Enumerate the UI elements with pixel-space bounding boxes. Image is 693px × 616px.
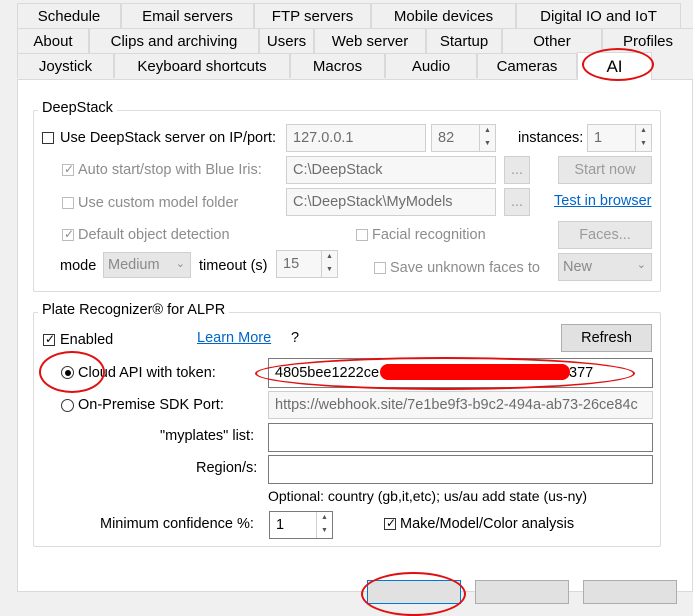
tab-mobile-devices[interactable]: Mobile devices xyxy=(371,3,516,28)
make-model-label: Make/Model/Color analysis xyxy=(400,516,575,532)
radio-dot xyxy=(64,369,71,376)
tab-clips-archiving[interactable]: Clips and archiving xyxy=(89,28,259,53)
custom-model-checkbox[interactable] xyxy=(62,197,74,209)
faces-button[interactable]: Faces... xyxy=(558,221,652,249)
default-detection-label: Default object detection xyxy=(78,227,230,243)
refresh-button[interactable]: Refresh xyxy=(561,324,652,352)
check-icon: ✓ xyxy=(64,162,75,176)
learn-more-link[interactable]: Learn More xyxy=(197,330,271,346)
spin-down-icon[interactable]: ▼ xyxy=(636,138,651,151)
custom-model-path-input[interactable]: C:\DeepStack\MyModels xyxy=(286,188,496,216)
tab-cameras[interactable]: Cameras xyxy=(477,53,577,78)
spin-down-icon[interactable]: ▼ xyxy=(480,138,495,151)
auto-start-checkbox[interactable]: ✓ xyxy=(62,162,75,176)
auto-start-label: Auto start/stop with Blue Iris: xyxy=(78,162,262,178)
tab-macros[interactable]: Macros xyxy=(290,53,385,78)
mode-label: mode xyxy=(60,258,97,274)
region-label: Region/s: xyxy=(196,460,258,476)
deepstack-ip-input[interactable]: 127.0.0.1 xyxy=(286,124,426,152)
spin-up-icon[interactable]: ▲ xyxy=(480,125,495,138)
port-spinner[interactable]: ▲ ▼ xyxy=(479,125,495,151)
optional-hint: Optional: country (gb,it,etc); us/au add… xyxy=(268,488,588,504)
help-question[interactable]: ? xyxy=(291,330,299,346)
test-in-browser-link[interactable]: Test in browser xyxy=(554,193,652,209)
save-unknown-label: Save unknown faces to xyxy=(390,260,540,276)
spin-up-icon[interactable]: ▲ xyxy=(322,251,337,264)
tab-web-server[interactable]: Web server xyxy=(314,28,426,53)
start-now-button[interactable]: Start now xyxy=(558,156,652,184)
token-start: 4805bee1222ce xyxy=(275,365,380,381)
on-premise-radio[interactable] xyxy=(61,399,74,412)
facial-recognition-checkbox[interactable] xyxy=(356,229,368,241)
tab-keyboard-shortcuts[interactable]: Keyboard shortcuts xyxy=(114,53,290,78)
cloud-api-radio[interactable] xyxy=(61,366,74,379)
chevron-down-icon: ⌄ xyxy=(636,259,646,271)
tab-profiles[interactable]: Profiles xyxy=(602,28,693,53)
spin-up-icon[interactable]: ▲ xyxy=(636,125,651,138)
token-end: 377 xyxy=(569,365,594,381)
on-premise-label: On-Premise SDK Port: xyxy=(78,397,224,413)
tab-ftp-servers[interactable]: FTP servers xyxy=(254,3,371,28)
mode-value: Medium xyxy=(108,257,160,273)
browse-deepstack-button[interactable]: ... xyxy=(504,156,530,184)
custom-model-label: Use custom model folder xyxy=(78,195,239,211)
spin-down-icon[interactable]: ▼ xyxy=(322,264,337,277)
tab-users[interactable]: Users xyxy=(259,28,314,53)
myplates-input[interactable] xyxy=(268,423,653,452)
mode-select[interactable]: Medium ⌄ xyxy=(103,252,191,278)
instances-label: instances: xyxy=(518,130,584,146)
tab-digital-io[interactable]: Digital IO and IoT xyxy=(516,3,681,28)
enabled-checkbox[interactable]: ✓ xyxy=(43,332,56,346)
spin-down-icon[interactable]: ▼ xyxy=(317,525,332,538)
ok-button[interactable] xyxy=(367,580,461,604)
check-icon: ✓ xyxy=(45,332,56,346)
on-premise-input[interactable]: https://webhook.site/7e1be9f3-b9c2-494a-… xyxy=(268,391,653,419)
plate-recognizer-legend: Plate Recognizer® for ALPR xyxy=(38,302,230,318)
cloud-api-label: Cloud API with token: xyxy=(78,365,216,381)
facial-recognition-label: Facial recognition xyxy=(372,227,486,243)
deepstack-legend: DeepStack xyxy=(38,100,117,116)
instances-spinner[interactable]: ▲ ▼ xyxy=(635,125,651,151)
tab-joystick[interactable]: Joystick xyxy=(17,53,114,78)
check-icon: ✓ xyxy=(386,516,397,530)
auto-start-path-input[interactable]: C:\DeepStack xyxy=(286,156,496,184)
tab-ai[interactable]: AI xyxy=(577,52,652,80)
spin-up-icon[interactable]: ▲ xyxy=(317,512,332,525)
check-icon: ✓ xyxy=(64,227,75,241)
browse-model-button[interactable]: ... xyxy=(504,188,530,216)
cancel-button[interactable] xyxy=(475,580,569,604)
use-deepstack-label: Use DeepStack server on IP/port: xyxy=(60,130,276,146)
myplates-label: "myplates" list: xyxy=(160,428,255,444)
region-input[interactable] xyxy=(268,455,653,484)
min-confidence-label: Minimum confidence %: xyxy=(100,516,254,532)
tab-schedule[interactable]: Schedule xyxy=(17,3,121,28)
timeout-spinner[interactable]: ▲ ▼ xyxy=(321,251,337,277)
tab-about[interactable]: About xyxy=(17,28,89,53)
use-deepstack-checkbox[interactable] xyxy=(42,132,54,144)
tab-other[interactable]: Other xyxy=(502,28,602,53)
min-confidence-spinner[interactable]: ▲ ▼ xyxy=(316,512,332,538)
chevron-down-icon: ⌄ xyxy=(175,258,185,270)
save-unknown-checkbox[interactable] xyxy=(374,262,386,274)
tab-startup[interactable]: Startup xyxy=(426,28,502,53)
timeout-label: timeout (s) xyxy=(199,258,268,274)
token-redaction xyxy=(380,364,570,380)
tab-email-servers[interactable]: Email servers xyxy=(121,3,254,28)
save-unknown-value: New xyxy=(563,259,593,275)
help-button[interactable] xyxy=(583,580,677,604)
make-model-checkbox[interactable]: ✓ xyxy=(384,516,397,530)
default-detection-checkbox[interactable]: ✓ xyxy=(62,227,75,241)
enabled-label: Enabled xyxy=(60,332,114,348)
save-unknown-select[interactable]: New ⌄ xyxy=(558,253,652,281)
tab-audio[interactable]: Audio xyxy=(385,53,477,78)
